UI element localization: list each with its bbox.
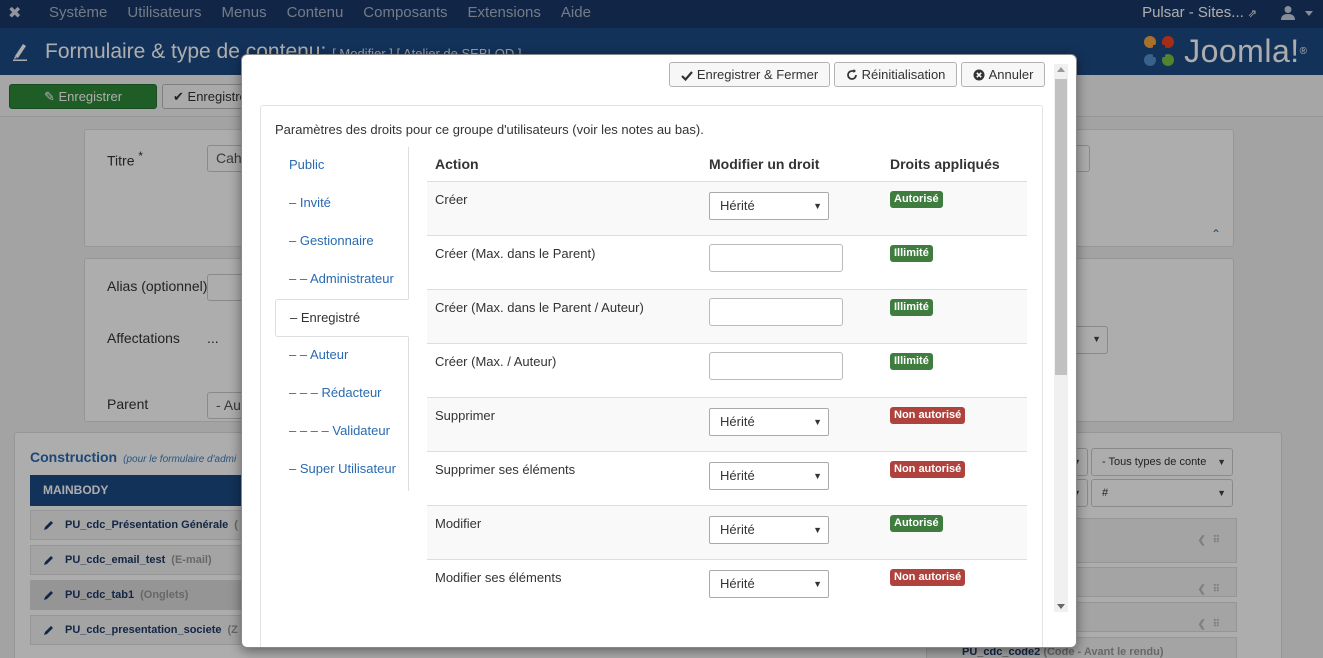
action-label: Créer (Max. / Auteur) xyxy=(435,354,557,369)
column-header-action: Action xyxy=(435,156,479,172)
permission-select[interactable]: Hérité ▼ xyxy=(709,192,829,220)
table-row: Supprimer Hérité ▼ Non autorisé xyxy=(427,397,1027,451)
action-label: Modifier ses éléments xyxy=(435,570,562,585)
save-close-label: Enregistrer & Fermer xyxy=(696,67,819,82)
limit-input[interactable] xyxy=(709,298,843,326)
status-badge: Illimité xyxy=(890,299,933,316)
table-row: Supprimer ses éléments Hérité ▼ Non autor… xyxy=(427,451,1027,505)
user-group-list: Public – Invité – Gestionnaire – – Admin… xyxy=(275,147,409,491)
action-label: Créer (Max. dans le Parent / Auteur) xyxy=(435,300,644,315)
permission-select[interactable]: Hérité ▼ xyxy=(709,570,829,598)
cancel-label: Annuler xyxy=(988,67,1034,82)
group-tab-redacteur[interactable]: – – – Rédacteur xyxy=(275,375,409,413)
save-close-button[interactable]: Enregistrer & Fermer xyxy=(669,62,830,87)
table-row: Créer (Max. / Auteur) Illimité xyxy=(427,343,1027,397)
table-row: Créer (Max. dans le Parent) Illimité xyxy=(427,235,1027,289)
group-tab-administrateur[interactable]: – – Administrateur xyxy=(275,261,409,299)
group-tab-auteur[interactable]: – – Auteur xyxy=(275,337,409,375)
scrollbar-thumb[interactable] xyxy=(1055,79,1067,375)
cancel-icon xyxy=(973,69,985,81)
action-label: Supprimer ses éléments xyxy=(435,462,576,477)
status-badge: Autorisé xyxy=(890,515,943,532)
table-row: Modifier Hérité ▼ Autorisé xyxy=(427,505,1027,559)
group-tab-gestionnaire[interactable]: – Gestionnaire xyxy=(275,223,409,261)
permission-select[interactable]: Hérité ▼ xyxy=(709,462,829,490)
action-label: Supprimer xyxy=(435,408,495,423)
permissions-intro: Paramètres des droits pour ce groupe d'u… xyxy=(275,122,704,137)
table-row: Créer (Max. dans le Parent / Auteur) Ill… xyxy=(427,289,1027,343)
cancel-button[interactable]: Annuler xyxy=(961,62,1045,87)
scroll-up-icon[interactable] xyxy=(1057,67,1065,72)
permissions-modal: Enregistrer & Fermer Réinitialisation An… xyxy=(241,54,1077,648)
refresh-icon xyxy=(846,69,857,80)
status-badge: Illimité xyxy=(890,353,933,370)
column-header-modifier: Modifier un droit xyxy=(709,156,820,172)
group-tab-super-utilisateur[interactable]: – Super Utilisateur xyxy=(275,451,409,489)
check-icon xyxy=(681,71,693,82)
group-tab-public[interactable]: Public xyxy=(275,147,409,185)
group-tab-validateur[interactable]: – – – – Validateur xyxy=(275,413,409,451)
dropdown-arrow-icon: ▼ xyxy=(813,471,822,481)
action-label: Créer (Max. dans le Parent) xyxy=(435,246,596,261)
permission-select[interactable]: Hérité ▼ xyxy=(709,408,829,436)
reset-label: Réinitialisation xyxy=(861,67,946,82)
group-tab-enregistre[interactable]: – Enregistré xyxy=(275,299,409,337)
limit-input[interactable] xyxy=(709,352,843,380)
table-row: Modifier ses éléments Hérité ▼ Non autori… xyxy=(427,559,1027,613)
action-label: Créer xyxy=(435,192,468,207)
dropdown-arrow-icon: ▼ xyxy=(813,525,822,535)
status-badge: Illimité xyxy=(890,245,933,262)
dropdown-arrow-icon: ▼ xyxy=(813,579,822,589)
column-header-droits: Droits appliqués xyxy=(890,156,1000,172)
scroll-down-icon[interactable] xyxy=(1057,604,1065,609)
action-label: Modifier xyxy=(435,516,482,531)
group-tab-invite[interactable]: – Invité xyxy=(275,185,409,223)
status-badge: Non autorisé xyxy=(890,407,966,424)
limit-input[interactable] xyxy=(709,244,843,272)
status-badge: Non autorisé xyxy=(890,461,966,478)
table-row: Créer Hérité ▼ Autorisé xyxy=(427,181,1027,235)
reset-button[interactable]: Réinitialisation xyxy=(834,62,957,87)
status-badge: Autorisé xyxy=(890,191,943,208)
status-badge: Non autorisé xyxy=(890,569,966,586)
dropdown-arrow-icon: ▼ xyxy=(813,201,822,211)
dropdown-arrow-icon: ▼ xyxy=(813,417,822,427)
modal-scrollbar[interactable] xyxy=(1054,64,1068,612)
permission-select[interactable]: Hérité ▼ xyxy=(709,516,829,544)
